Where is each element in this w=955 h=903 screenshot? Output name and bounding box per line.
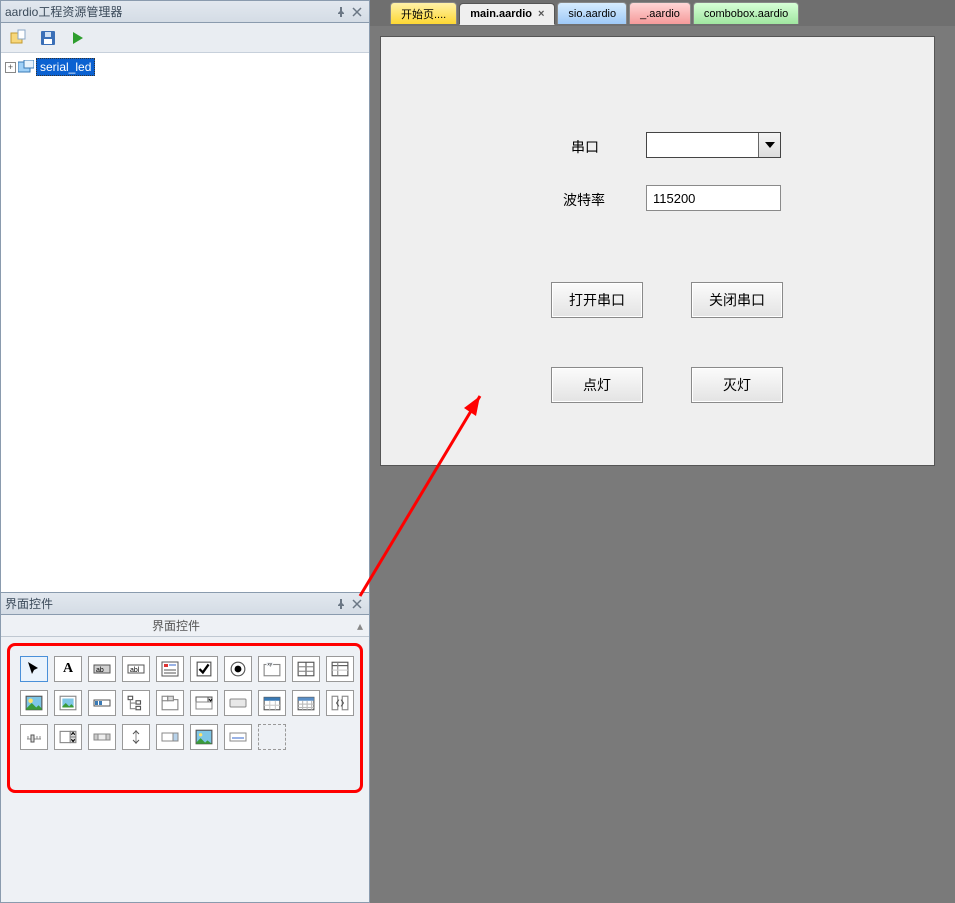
led-on-button[interactable]: 点灯 (551, 367, 643, 403)
trackbar-tool-icon[interactable] (20, 724, 48, 750)
led-off-button[interactable]: 灭灯 (691, 367, 783, 403)
syslink-tool-icon[interactable] (224, 724, 252, 750)
project-tree[interactable]: + serial_led (1, 53, 369, 592)
controls-panel-title: 界面控件 (5, 595, 333, 612)
tab-start[interactable]: 开始页.... (390, 2, 457, 24)
image-tool-icon[interactable] (54, 690, 82, 716)
edit-tool-icon[interactable]: abl (122, 656, 150, 682)
tab-label: sio.aardio (568, 8, 616, 20)
save-button[interactable] (37, 27, 59, 49)
controls-panel: 界面控件 界面控件 ▴ A ab abl (1, 592, 369, 902)
tree-root-row[interactable]: + serial_led (5, 57, 365, 77)
controls-tab-label[interactable]: 界面控件 (1, 617, 351, 634)
richedit-tool-icon[interactable] (156, 656, 184, 682)
tree-expand-icon[interactable]: + (5, 62, 16, 73)
picturebox-tool-icon[interactable] (20, 690, 48, 716)
checkbox-tool-icon[interactable] (190, 656, 218, 682)
listbox-tool-icon[interactable] (292, 656, 320, 682)
plus-tool-icon[interactable] (190, 724, 218, 750)
port-combobox[interactable] (646, 132, 781, 158)
tree-root-label[interactable]: serial_led (36, 58, 95, 76)
hscroll-tool-icon[interactable] (88, 724, 116, 750)
pin-icon[interactable] (333, 4, 349, 20)
scroll-up-icon[interactable]: ▴ (351, 619, 369, 633)
splitter-tool-icon[interactable] (326, 690, 354, 716)
tab-tool-icon[interactable] (156, 690, 184, 716)
custom-tool-icon[interactable] (258, 724, 286, 750)
spin-tool-icon[interactable] (54, 724, 82, 750)
combobox-tool-icon[interactable] (190, 690, 218, 716)
dropdown-icon[interactable] (758, 133, 780, 157)
svg-text:ab: ab (96, 667, 104, 674)
port-label: 串口 (571, 137, 599, 157)
button-tool-icon[interactable] (224, 690, 252, 716)
controls-toolbox: A ab abl xy (7, 643, 363, 793)
progressbar-tool-icon[interactable] (88, 690, 116, 716)
run-button[interactable] (67, 27, 89, 49)
groupbox-tool-icon[interactable]: xy (258, 656, 286, 682)
baud-input[interactable] (646, 185, 781, 211)
project-icon (18, 60, 34, 74)
tab-close-icon[interactable]: × (538, 8, 544, 20)
svg-text:abl: abl (130, 667, 140, 674)
new-project-button[interactable] (7, 27, 29, 49)
calendar-tool-icon[interactable] (292, 690, 320, 716)
static-text-tool-icon[interactable]: ab (88, 656, 116, 682)
treeview-tool-icon[interactable] (122, 690, 150, 716)
form-designer-surface[interactable]: 串口 波特率 打开串口 关闭串口 点灯 灭灯 (370, 26, 955, 903)
tab-underscore[interactable]: _.aardio (629, 2, 691, 24)
tab-main[interactable]: main.aardio × (459, 3, 555, 25)
project-panel-title: aardio工程资源管理器 (5, 3, 333, 20)
tab-label: _.aardio (640, 8, 680, 20)
right-editor-area: 开始页.... main.aardio × sio.aardio _.aardio… (370, 0, 955, 903)
tab-label: main.aardio (470, 8, 532, 20)
controls-panel-header: 界面控件 (1, 593, 369, 615)
close-port-button[interactable]: 关闭串口 (691, 282, 783, 318)
close-icon[interactable] (349, 596, 365, 612)
svg-text:xy: xy (268, 662, 273, 667)
label-tool-icon[interactable]: A (54, 656, 82, 682)
vscroll-tool-icon[interactable] (122, 724, 150, 750)
listview-tool-icon[interactable] (326, 656, 354, 682)
datetime-tool-icon[interactable] (258, 690, 286, 716)
tab-label: combobox.aardio (704, 8, 788, 20)
editor-tab-bar: 开始页.... main.aardio × sio.aardio _.aardio… (370, 0, 955, 26)
open-port-button[interactable]: 打开串口 (551, 282, 643, 318)
pin-icon[interactable] (333, 596, 349, 612)
hotkey-tool-icon[interactable] (156, 724, 184, 750)
project-toolbar (1, 23, 369, 53)
form-canvas[interactable]: 串口 波特率 打开串口 关闭串口 点灯 灭灯 (380, 36, 935, 466)
close-icon[interactable] (349, 4, 365, 20)
project-panel-header: aardio工程资源管理器 (1, 1, 369, 23)
tab-label: 开始页.... (401, 6, 446, 22)
radio-tool-icon[interactable] (224, 656, 252, 682)
left-sidebar: aardio工程资源管理器 + serial_led 界面控件 (0, 0, 370, 903)
pointer-tool-icon[interactable] (20, 656, 48, 682)
baud-label: 波特率 (563, 190, 605, 210)
controls-body: 界面控件 ▴ A ab abl xy (1, 615, 369, 902)
controls-tab-row: 界面控件 ▴ (1, 615, 369, 637)
tab-combobox[interactable]: combobox.aardio (693, 2, 799, 24)
tab-sio[interactable]: sio.aardio (557, 2, 627, 24)
